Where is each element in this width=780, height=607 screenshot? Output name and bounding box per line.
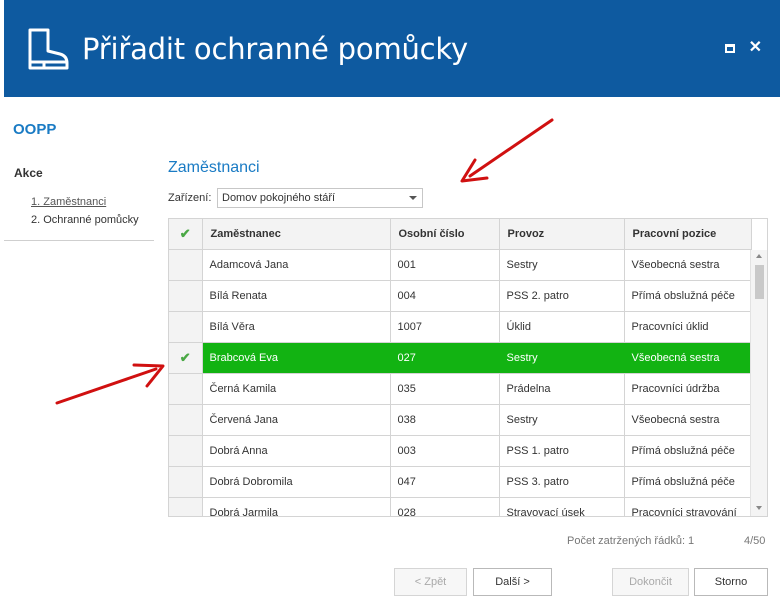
table-row[interactable]: Dobrá Jarmila 028 Stravovací úsek Pracovníc… <box>169 497 752 516</box>
cell-personal-number: 038 <box>390 404 500 436</box>
cell-position: Přímá obslužná péče <box>624 466 752 498</box>
cell-employee-name: Dobrá Jarmila <box>202 497 391 516</box>
cell-operation: Prádelna <box>499 373 625 405</box>
table-row[interactable]: Dobrá Dobromila 047 PSS 3. patro Přímá obsl… <box>169 466 752 498</box>
table-row[interactable]: Bílá Renata 004 PSS 2. patro Přímá obslužná… <box>169 280 752 312</box>
table-row[interactable]: Černá Kamila 035 Prádelna Pracovníci údržba <box>169 373 752 405</box>
row-checkbox[interactable] <box>169 497 203 516</box>
cell-operation: Sestry <box>499 404 625 436</box>
row-checkbox[interactable] <box>169 280 203 312</box>
row-checkbox[interactable]: ✔ <box>169 342 203 374</box>
step-employees[interactable]: 1. Zaměstnanci <box>31 196 106 208</box>
facility-dropdown[interactable]: Domov pokojného stáří <box>217 188 423 208</box>
checkmark-icon: ✔ <box>179 349 191 365</box>
arrow-annotation-icon <box>460 118 554 183</box>
cell-position: Pracovníci stravování <box>624 497 752 516</box>
cell-operation: PSS 1. patro <box>499 435 625 467</box>
cell-position: Všeobecná sestra <box>624 342 752 374</box>
employees-grid: ✔ Zaměstnanec Osobní číslo Provoz Pracov… <box>168 218 768 517</box>
chevron-down-icon <box>409 196 417 200</box>
cell-employee-name: Brabcová Eva <box>202 342 391 374</box>
cell-employee-name: Černá Kamila <box>202 373 391 405</box>
table-row[interactable]: Bílá Věra 1007 Úklid Pracovníci úklid <box>169 311 752 343</box>
facility-selected-value: Domov pokojného stáří <box>222 192 336 204</box>
cell-employee-name: Adamcová Jana <box>202 249 391 281</box>
checked-rows-count: Počet zatržených řádků: 1 <box>567 535 695 547</box>
boot-icon <box>20 27 70 76</box>
cell-employee-name: Bílá Renata <box>202 280 391 312</box>
nav-divider <box>4 240 154 241</box>
table-row[interactable]: Dobrá Anna 003 PSS 1. patro Přímá obslužná … <box>169 435 752 467</box>
cell-operation: PSS 2. patro <box>499 280 625 312</box>
scroll-up-icon[interactable] <box>756 254 762 258</box>
checkmark-icon: ✔ <box>179 225 191 241</box>
cell-position: Všeobecná sestra <box>624 404 752 436</box>
facility-label: Zařízení: <box>168 192 212 204</box>
maximize-icon[interactable] <box>724 43 735 53</box>
table-row[interactable]: Červená Jana 038 Sestry Všeobecná sestra <box>169 404 752 436</box>
cell-position: Přímá obslužná péče <box>624 435 752 467</box>
table-row[interactable]: Adamcová Jana 001 Sestry Všeobecná sestra <box>169 249 752 281</box>
steps-heading: Akce <box>14 166 43 180</box>
page-indicator: 4/50 <box>744 535 766 547</box>
row-checkbox[interactable] <box>169 249 203 281</box>
row-checkbox[interactable] <box>169 311 203 343</box>
cell-employee-name: Červená Jana <box>202 404 391 436</box>
window-controls: ✕ <box>724 40 762 56</box>
dialog-window: Přiřadit ochranné pomůcky ✕ OOPP Akce 1.… <box>0 0 780 607</box>
scroll-down-icon[interactable] <box>756 506 762 510</box>
cell-operation: Úklid <box>499 311 625 343</box>
cell-position: Pracovníci údržba <box>624 373 752 405</box>
column-header-personal-number[interactable]: Osobní číslo <box>390 219 500 250</box>
table-row[interactable]: ✔ Brabcová Eva 027 Sestry Všeobecná sestra <box>169 342 752 374</box>
select-all-header[interactable]: ✔ <box>169 219 203 250</box>
finish-button[interactable]: Dokončit <box>612 568 689 596</box>
cell-personal-number: 027 <box>390 342 500 374</box>
grid-header-row: ✔ Zaměstnanec Osobní číslo Provoz Pracov… <box>169 219 752 250</box>
cell-employee-name: Dobrá Anna <box>202 435 391 467</box>
arrow-annotation-icon <box>55 363 165 405</box>
step-protective-equipment[interactable]: 2. Ochranné pomůcky <box>31 214 139 226</box>
scrollbar-thumb[interactable] <box>755 265 764 299</box>
cell-position: Pracovníci úklid <box>624 311 752 343</box>
column-header-operation[interactable]: Provoz <box>499 219 625 250</box>
row-checkbox[interactable] <box>169 373 203 405</box>
next-button[interactable]: Další > <box>473 568 552 596</box>
page-title: Zaměstnanci <box>168 159 260 176</box>
cell-personal-number: 028 <box>390 497 500 516</box>
cell-employee-name: Dobrá Dobromila <box>202 466 391 498</box>
row-checkbox[interactable] <box>169 466 203 498</box>
cancel-button[interactable]: Storno <box>694 568 768 596</box>
cell-personal-number: 1007 <box>390 311 500 343</box>
back-button[interactable]: < Zpět <box>394 568 467 596</box>
cell-position: Všeobecná sestra <box>624 249 752 281</box>
cell-personal-number: 004 <box>390 280 500 312</box>
dialog-header: Přiřadit ochranné pomůcky ✕ <box>4 0 780 97</box>
section-title: OOPP <box>13 121 57 138</box>
dialog-title: Přiřadit ochranné pomůcky <box>82 32 468 66</box>
cell-operation: PSS 3. patro <box>499 466 625 498</box>
row-checkbox[interactable] <box>169 435 203 467</box>
cell-operation: Stravovací úsek <box>499 497 625 516</box>
vertical-scrollbar[interactable] <box>750 250 767 516</box>
column-header-position[interactable]: Pracovní pozice <box>624 219 752 250</box>
cell-personal-number: 003 <box>390 435 500 467</box>
cell-position: Přímá obslužná péče <box>624 280 752 312</box>
cell-operation: Sestry <box>499 249 625 281</box>
column-header-employee[interactable]: Zaměstnanec <box>202 219 391 250</box>
cell-employee-name: Bílá Věra <box>202 311 391 343</box>
cell-personal-number: 047 <box>390 466 500 498</box>
cell-personal-number: 035 <box>390 373 500 405</box>
cell-operation: Sestry <box>499 342 625 374</box>
row-checkbox[interactable] <box>169 404 203 436</box>
close-icon[interactable]: ✕ <box>749 40 762 56</box>
cell-personal-number: 001 <box>390 249 500 281</box>
